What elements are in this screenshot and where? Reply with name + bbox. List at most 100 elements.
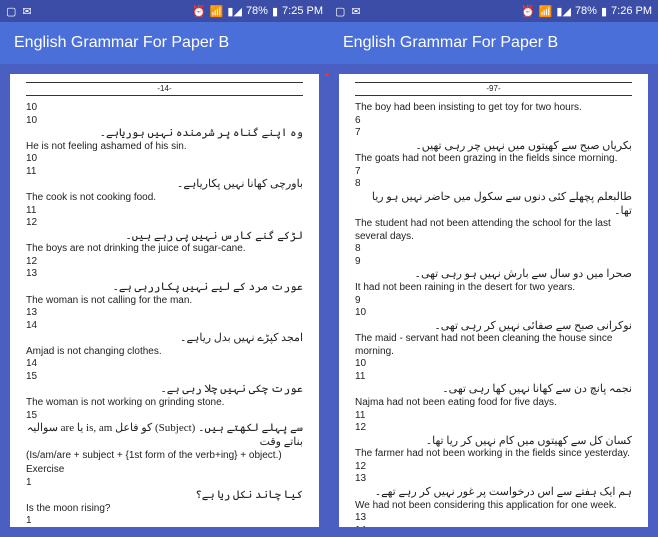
line-number: 10 bbox=[26, 102, 303, 115]
status-bar: ▢ ✉ ⏰ 📶 ▮◢ 78% ▮ 7:26 PM bbox=[329, 0, 658, 22]
urdu-text: بکریاں صبح سے کھیتوں میں نہیں چر رہی تھی… bbox=[355, 140, 632, 154]
text-entry: 910نوکرانی صبح سے صفائی نہیں کر رہی تھی۔… bbox=[355, 295, 632, 359]
text-entry: 1010وہ اپنے گناہ پر شرمندہ نہیں ہوریاہے۔… bbox=[26, 102, 303, 153]
text-entry: 1314ریل گاڑیاں پندرہ دن سے لیٹ نہیں آرہی… bbox=[355, 512, 632, 527]
text-entry: 78طالبعلم پچھلے کئی دنوں سے سکول میں حاض… bbox=[355, 166, 632, 244]
wifi-icon: 📶 bbox=[210, 5, 224, 18]
urdu-text: عورت مرد کے لیے نہیں پکاررہی ہے۔ bbox=[26, 281, 303, 295]
line-number: 7 bbox=[355, 166, 632, 179]
signal-icon: ▮◢ bbox=[556, 5, 571, 18]
image-icon: ▢ bbox=[6, 5, 16, 18]
english-text: The boys are not drinking the juice of s… bbox=[26, 243, 303, 256]
line-number: 11 bbox=[26, 205, 303, 218]
text-entry: 12کیا برے لڑکے بسوں پر پتھر پھینک رہے ہی… bbox=[26, 515, 303, 527]
app-bar: English Grammar For Paper B bbox=[329, 22, 658, 64]
urdu-text: کیا چاند نکل ریا ہے؟ bbox=[26, 489, 303, 503]
app-title: English Grammar For Paper B bbox=[343, 34, 558, 52]
text-entry: 1011باورچی کھانا نہیں پکاریاہے۔The cook … bbox=[26, 153, 303, 204]
urdu-text: کسان کل سے کھیتوں میں کام نہیں کر ریا تھ… bbox=[355, 435, 632, 449]
line-number: 12 bbox=[355, 422, 632, 435]
wifi-icon: 📶 bbox=[539, 5, 553, 18]
line-number: 14 bbox=[355, 525, 632, 528]
urdu-text: عورت چکی نہیں چلا رہی ہے۔ bbox=[26, 383, 303, 397]
page-number: -97- bbox=[355, 82, 632, 96]
english-text: The boy had been insisting to get toy fo… bbox=[355, 102, 632, 115]
english-text: Najma had not been eating food for five … bbox=[355, 397, 632, 410]
line-number: 1 bbox=[26, 515, 303, 527]
text-entry: 1112کسان کل سے کھیتوں میں کام نہیں کر ری… bbox=[355, 410, 632, 461]
urdu-text: باورچی کھانا نہیں پکاریاہے۔ bbox=[26, 178, 303, 192]
document-page[interactable]: -14- 1010وہ اپنے گناہ پر شرمندہ نہیں ہور… bbox=[10, 74, 319, 527]
line-number: 12 bbox=[26, 217, 303, 230]
line-number: 10 bbox=[26, 153, 303, 166]
line-number: 8 bbox=[355, 178, 632, 191]
phone-left: ▢ ✉ ⏰ 📶 ▮◢ 78% ▮ 7:25 PM English Grammar… bbox=[0, 0, 329, 537]
english-text: Is the moon rising? bbox=[26, 503, 303, 516]
line-number: 14 bbox=[26, 358, 303, 371]
english-text: He is not feeling ashamed of his sin. bbox=[26, 141, 303, 154]
send-icon: ✉ bbox=[351, 5, 360, 18]
text-entry: 89صحرا میں دو سال سے بارش نہیں ہو رہی تھ… bbox=[355, 243, 632, 294]
line-number: 11 bbox=[355, 371, 632, 384]
line-number: 10 bbox=[26, 115, 303, 128]
text-entry: 1213ہم ایک ہفتے سے اس درخواست پر غور نہی… bbox=[355, 461, 632, 512]
battery-icon: ▮ bbox=[272, 5, 278, 18]
english-text: It had not been raining in the desert fo… bbox=[355, 282, 632, 295]
text-entry: 1کیا چاند نکل ریا ہے؟Is the moon rising? bbox=[26, 477, 303, 516]
document-page[interactable]: -97- The boy had been insisting to get t… bbox=[339, 74, 648, 527]
line-number: 13 bbox=[355, 512, 632, 525]
line-number: 9 bbox=[355, 295, 632, 308]
battery-icon: ▮ bbox=[601, 5, 607, 18]
english-text: Amjad is not changing clothes. bbox=[26, 346, 303, 359]
line-number: 12 bbox=[355, 461, 632, 474]
battery-text: 78% bbox=[575, 5, 597, 17]
status-bar: ▢ ✉ ⏰ 📶 ▮◢ 78% ▮ 7:25 PM bbox=[0, 0, 329, 22]
battery-text: 78% bbox=[246, 5, 268, 17]
alarm-icon: ⏰ bbox=[521, 5, 535, 18]
text-entry: 1213عورت مرد کے لیے نہیں پکاررہی ہے۔The … bbox=[26, 256, 303, 307]
line-number: 13 bbox=[26, 307, 303, 320]
line-number: 8 bbox=[355, 243, 632, 256]
page-number: -14- bbox=[26, 82, 303, 96]
clock-text: 7:26 PM bbox=[611, 5, 652, 17]
app-title: English Grammar For Paper B bbox=[14, 34, 229, 52]
phone-right: ▢ ✉ ⏰ 📶 ▮◢ 78% ▮ 7:26 PM English Grammar… bbox=[329, 0, 658, 537]
urdu-text: صحرا میں دو سال سے بارش نہیں ہو رہی تھی۔ bbox=[355, 268, 632, 282]
line-number: 11 bbox=[355, 410, 632, 423]
image-icon: ▢ bbox=[335, 5, 345, 18]
line-number: 10 bbox=[355, 307, 632, 320]
content-area[interactable]: -97- The boy had been insisting to get t… bbox=[329, 64, 658, 537]
urdu-text: طالبعلم پچھلے کئی دنوں سے سکول میں حاضر … bbox=[355, 191, 632, 219]
urdu-text: وہ اپنے گناہ پر شرمندہ نہیں ہوریاہے۔ bbox=[26, 127, 303, 141]
clock-text: 7:25 PM bbox=[282, 5, 323, 17]
line-number: 13 bbox=[355, 473, 632, 486]
text-entry: 1314امجد کپڑے نہیں بدل ریاہے۔Amjad is no… bbox=[26, 307, 303, 358]
app-bar: English Grammar For Paper B bbox=[0, 22, 329, 64]
english-text: The student had not been attending the s… bbox=[355, 218, 632, 243]
urdu-text: نجمہ پانچ دن سے کھانا نہیں کھا رہی تھی۔ bbox=[355, 383, 632, 397]
line-number: 9 bbox=[355, 256, 632, 269]
english-text: We had not been considering this applica… bbox=[355, 500, 632, 513]
line-number: 15 bbox=[26, 371, 303, 384]
urdu-text: سے پہلے لکھتے ہیں۔ (Subject) کو فاعل is,… bbox=[26, 422, 303, 450]
text-entry: The boy had been insisting to get toy fo… bbox=[355, 102, 632, 166]
english-text: The woman is not working on grinding sto… bbox=[26, 397, 303, 410]
content-area[interactable]: -14- 1010وہ اپنے گناہ پر شرمندہ نہیں ہور… bbox=[0, 64, 329, 537]
line-number: 6 bbox=[355, 115, 632, 128]
signal-icon: ▮◢ bbox=[227, 5, 242, 18]
alarm-icon: ⏰ bbox=[192, 5, 206, 18]
urdu-text: امجد کپڑے نہیں بدل ریاہے۔ bbox=[26, 332, 303, 346]
line-number: 11 bbox=[26, 166, 303, 179]
line-number: 13 bbox=[26, 268, 303, 281]
text-entry: 1415عورت چکی نہیں چلا رہی ہے۔The woman i… bbox=[26, 358, 303, 409]
line-number: 14 bbox=[26, 320, 303, 333]
text-entry: 1011نجمہ پانچ دن سے کھانا نہیں کھا رہی ت… bbox=[355, 358, 632, 409]
english-text: The farmer had not been working in the f… bbox=[355, 448, 632, 461]
send-icon: ✉ bbox=[22, 5, 31, 18]
urdu-text: لڑکے گنے کارس نہیں پی رہے ہیں۔ bbox=[26, 230, 303, 244]
line-number: 15 bbox=[26, 410, 303, 423]
text-entry: 1112لڑکے گنے کارس نہیں پی رہے ہیں۔The bo… bbox=[26, 205, 303, 256]
urdu-text: نوکرانی صبح سے صفائی نہیں کر رہی تھی۔ bbox=[355, 320, 632, 334]
line-number: 1 bbox=[26, 477, 303, 490]
exercise-heading: Exercise bbox=[26, 464, 303, 477]
